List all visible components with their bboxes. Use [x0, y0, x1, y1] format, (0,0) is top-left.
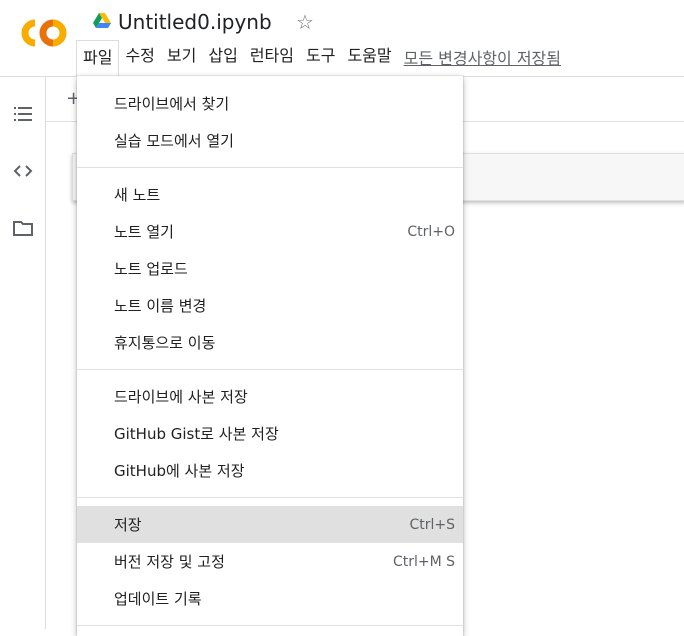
menu-item-shortcut: Ctrl+O	[407, 223, 455, 240]
menu-item-open-playground[interactable]: 실습 모드에서 열기	[77, 122, 463, 159]
menu-edit[interactable]: 수정	[119, 40, 160, 74]
menu-file[interactable]: 파일	[76, 40, 120, 76]
menu-separator	[77, 497, 463, 498]
menu-item-label: 휴지통으로 이동	[114, 334, 216, 352]
menu-item-rename-notebook[interactable]: 노트 이름 변경	[77, 287, 463, 324]
menu-item-save-copy-drive[interactable]: 드라이브에 사본 저장	[77, 378, 463, 415]
menu-item-label: 드라이브에 사본 저장	[114, 388, 248, 406]
menu-item-label: 업데이트 기록	[114, 590, 202, 608]
menu-item-save-copy-gist[interactable]: GitHub Gist로 사본 저장	[77, 415, 463, 452]
menu-separator	[77, 369, 463, 370]
left-sidebar	[0, 77, 46, 629]
menu-item-label: 노트 이름 변경	[114, 297, 207, 315]
menu-item-move-to-trash[interactable]: 휴지통으로 이동	[77, 324, 463, 361]
menu-item-label: 실습 모드에서 열기	[114, 132, 234, 150]
menu-item-revision-history[interactable]: 업데이트 기록	[77, 580, 463, 617]
menu-item-save-copy-github[interactable]: GitHub에 사본 저장	[77, 452, 463, 489]
google-drive-icon[interactable]	[93, 13, 111, 29]
menu-item-label: GitHub Gist로 사본 저장	[114, 425, 279, 443]
notebook-title[interactable]: Untitled0.ipynb	[118, 8, 272, 36]
menu-insert[interactable]: 삽입	[202, 40, 243, 74]
menu-item-find-in-drive[interactable]: 드라이브에서 찾기	[77, 85, 463, 122]
menu-view[interactable]: 보기	[161, 40, 202, 74]
menu-item-label: 저장	[114, 516, 142, 534]
save-status-link[interactable]: 모든 변경사항이 저장됨	[404, 45, 561, 69]
menu-item-shortcut: Ctrl+M S	[392, 553, 455, 570]
menu-runtime[interactable]: 런타임	[244, 40, 300, 74]
menu-item-new-notebook[interactable]: 새 노트	[77, 176, 463, 213]
menu-item-open-notebook[interactable]: 노트 열기 Ctrl+O	[77, 213, 463, 250]
menu-item-label: 새 노트	[114, 186, 161, 204]
menubar: 파일 수정 보기 삽입 런타임 도구 도움말 모든 변경사항이 저장됨	[76, 40, 561, 76]
menu-item-label: 노트 열기	[114, 223, 174, 241]
menu-item-label: GitHub에 사본 저장	[114, 462, 245, 480]
code-snippets-icon[interactable]	[11, 159, 35, 183]
file-menu-dropdown: 드라이브에서 찾기 실습 모드에서 열기 새 노트 노트 열기 Ctrl+O 노…	[77, 76, 463, 636]
menu-item-label: 드라이브에서 찾기	[114, 95, 230, 113]
menu-separator	[77, 625, 463, 626]
table-of-contents-icon[interactable]	[11, 102, 35, 126]
menu-item-label: 버전 저장 및 고정	[114, 553, 225, 571]
menu-item-save-pin-revision[interactable]: 버전 저장 및 고정 Ctrl+M S	[77, 543, 463, 580]
menu-tools[interactable]: 도구	[300, 40, 341, 74]
menu-item-label: 노트 업로드	[114, 260, 188, 278]
menu-item-save[interactable]: 저장 Ctrl+S	[77, 506, 463, 543]
menu-separator	[77, 167, 463, 168]
star-icon[interactable]: ☆	[296, 8, 314, 36]
files-folder-icon[interactable]	[11, 216, 35, 240]
menu-help[interactable]: 도움말	[341, 40, 397, 74]
header: Untitled0.ipynb ☆ 파일 수정 보기 삽입 런타임 도구 도움말…	[0, 0, 684, 76]
menu-item-shortcut: Ctrl+S	[409, 516, 455, 533]
colab-logo-icon[interactable]	[15, 16, 67, 50]
menu-item-upload-notebook[interactable]: 노트 업로드	[77, 250, 463, 287]
